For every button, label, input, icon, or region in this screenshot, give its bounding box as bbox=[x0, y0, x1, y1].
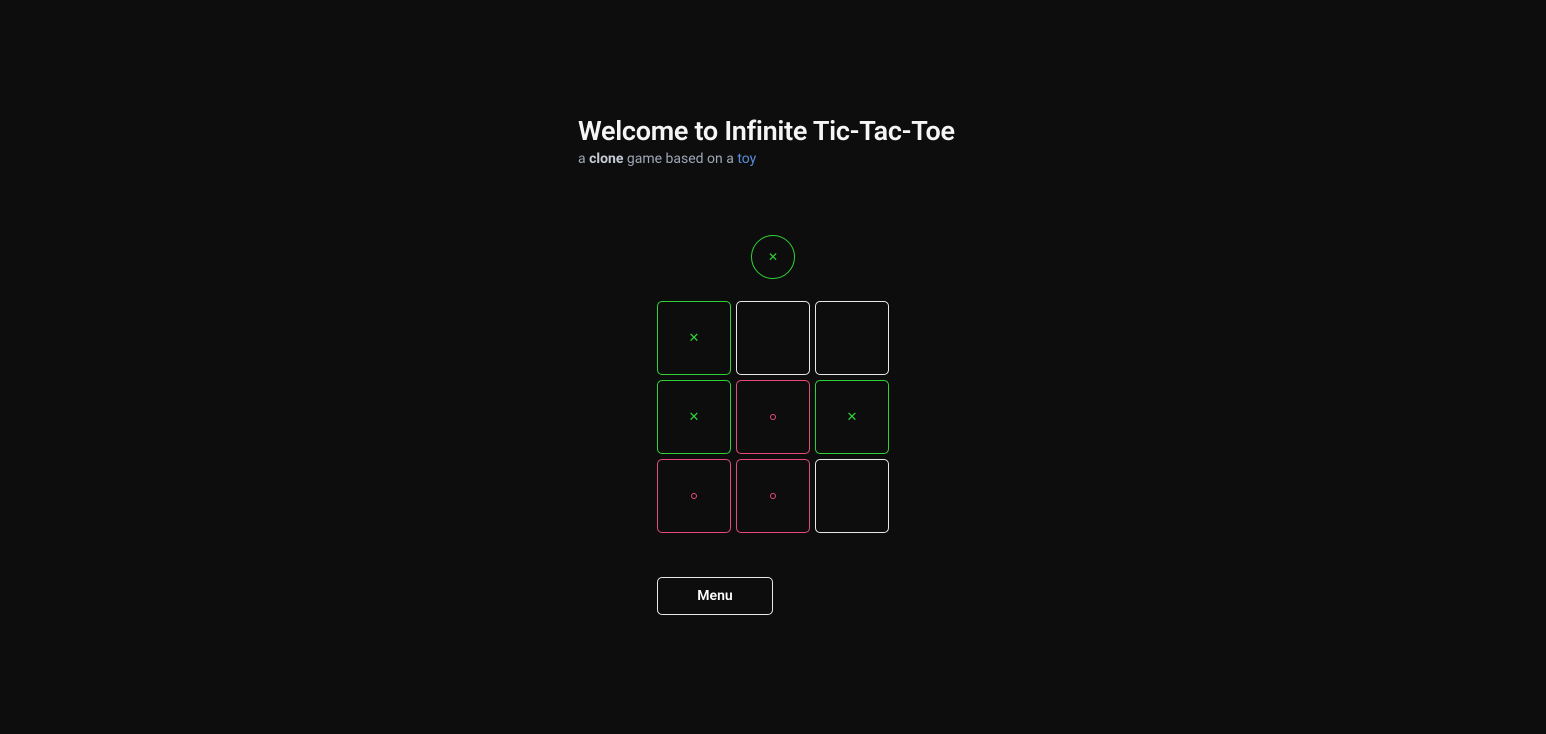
board-cell-8[interactable] bbox=[815, 459, 889, 533]
subtitle-bold: clone bbox=[589, 151, 623, 167]
board-wrapper: ✕ ✕ ✕ ✕ Menu bbox=[657, 167, 889, 615]
menu-wrap: Menu bbox=[657, 555, 889, 615]
board-cell-2[interactable] bbox=[815, 301, 889, 375]
o-icon bbox=[770, 414, 776, 420]
board-cell-3[interactable]: ✕ bbox=[657, 380, 731, 454]
subtitle-prefix: a bbox=[578, 151, 589, 167]
x-icon: ✕ bbox=[689, 331, 700, 346]
board-cell-1[interactable] bbox=[736, 301, 810, 375]
o-icon bbox=[691, 493, 697, 499]
o-icon bbox=[770, 493, 776, 499]
page-header: Welcome to Infinite Tic-Tac-Toe a clone … bbox=[578, 115, 958, 167]
game-board: ✕ ✕ ✕ bbox=[657, 301, 889, 533]
subtitle-link[interactable]: toy bbox=[737, 151, 756, 167]
x-icon: ✕ bbox=[768, 250, 778, 264]
turn-indicator: ✕ bbox=[751, 235, 795, 279]
board-cell-0[interactable]: ✕ bbox=[657, 301, 731, 375]
subtitle-mid: game based on a bbox=[623, 151, 737, 167]
x-icon: ✕ bbox=[847, 410, 858, 425]
board-cell-5[interactable]: ✕ bbox=[815, 380, 889, 454]
game-container: Welcome to Infinite Tic-Tac-Toe a clone … bbox=[0, 0, 1546, 615]
board-cell-6[interactable] bbox=[657, 459, 731, 533]
board-cell-4[interactable] bbox=[736, 380, 810, 454]
board-cell-7[interactable] bbox=[736, 459, 810, 533]
page-subtitle: a clone game based on a toy bbox=[578, 151, 958, 167]
page-title: Welcome to Infinite Tic-Tac-Toe bbox=[578, 115, 958, 147]
x-icon: ✕ bbox=[689, 410, 700, 425]
menu-button[interactable]: Menu bbox=[657, 577, 773, 615]
